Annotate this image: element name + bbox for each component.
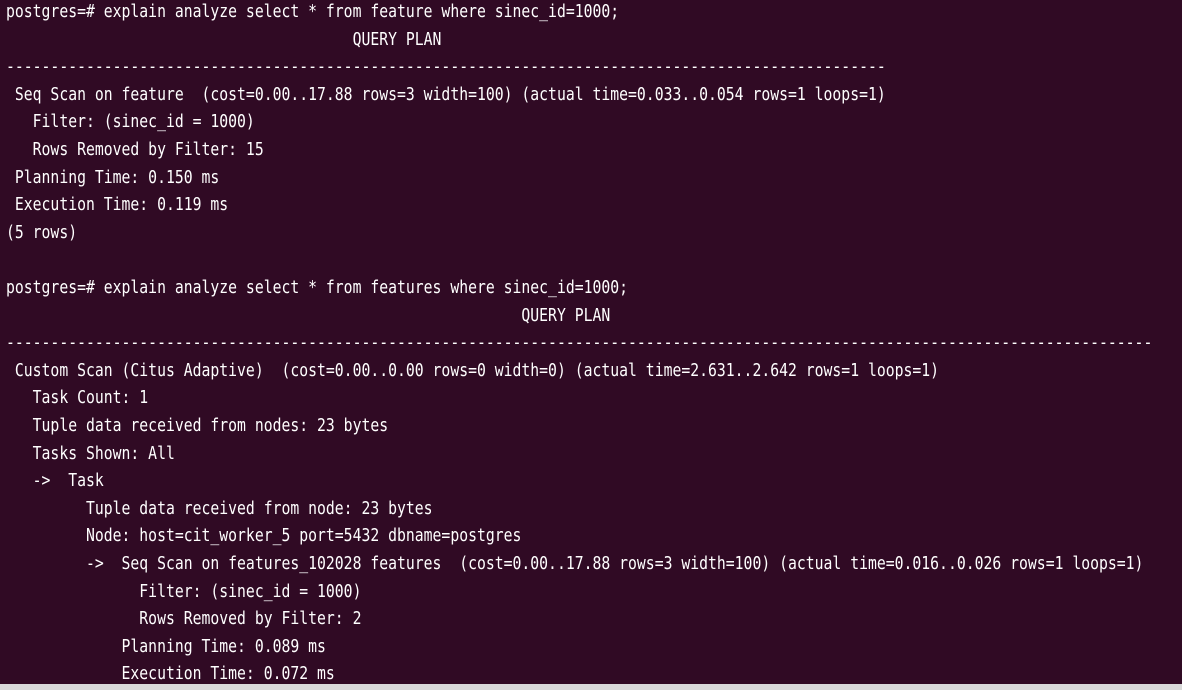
terminal-line-plan-8: Tuple data received from nodes: 23 bytes <box>6 415 389 436</box>
terminal-line-plan-9: Tasks Shown: All <box>6 442 175 464</box>
terminal-line-plan-10: -> Task <box>6 470 104 492</box>
window-bottom-edge <box>0 684 1182 690</box>
terminal-line-plan-1: Seq Scan on feature (cost=0.00..17.88 ro… <box>6 83 886 105</box>
terminal-line-plan-11: Tuple data received from node: 23 bytes <box>6 497 433 519</box>
terminal-line-separator-1: ----------------------------------------… <box>6 56 886 78</box>
terminal-line-prompt-2: postgres=# explain analyze select * from… <box>6 277 629 298</box>
terminal-line-plan-2: Filter: (sinec_id = 1000) <box>6 111 255 133</box>
terminal-line-plan-6: Custom Scan (Citus Adaptive) (cost=0.00.… <box>6 359 940 381</box>
terminal-line-plan-14: Filter: (sinec_id = 1000) <box>6 580 362 602</box>
terminal-line-header-2: QUERY PLAN <box>6 304 611 326</box>
terminal-line-plan-7: Task Count: 1 <box>6 387 149 409</box>
terminal-line-plan-12: Node: host=cit_worker_5 port=5432 dbname… <box>6 525 522 547</box>
terminal-line-plan-5: Execution Time: 0.119 ms <box>6 194 229 216</box>
terminal-line-plan-17: Execution Time: 0.072 ms <box>6 663 335 684</box>
terminal-line-plan-15: Rows Removed by Filter: 2 <box>6 608 362 630</box>
terminal-line-plan-13: -> Seq Scan on features_102028 features … <box>6 553 1144 574</box>
terminal-line-header-1: QUERY PLAN <box>6 28 442 50</box>
terminal-line-plan-4: Planning Time: 0.150 ms <box>6 166 220 188</box>
terminal-line-plan-3: Rows Removed by Filter: 15 <box>6 139 264 160</box>
terminal-window[interactable]: postgres=# explain analyze select * from… <box>0 0 1182 684</box>
terminal-line-separator-2: ----------------------------------------… <box>6 332 1153 354</box>
terminal-line-prompt-1: postgres=# explain analyze select * from… <box>6 1 620 22</box>
terminal-line-plan-16: Planning Time: 0.089 ms <box>6 635 326 657</box>
terminal-line-rowcount: (5 rows) <box>6 221 78 243</box>
